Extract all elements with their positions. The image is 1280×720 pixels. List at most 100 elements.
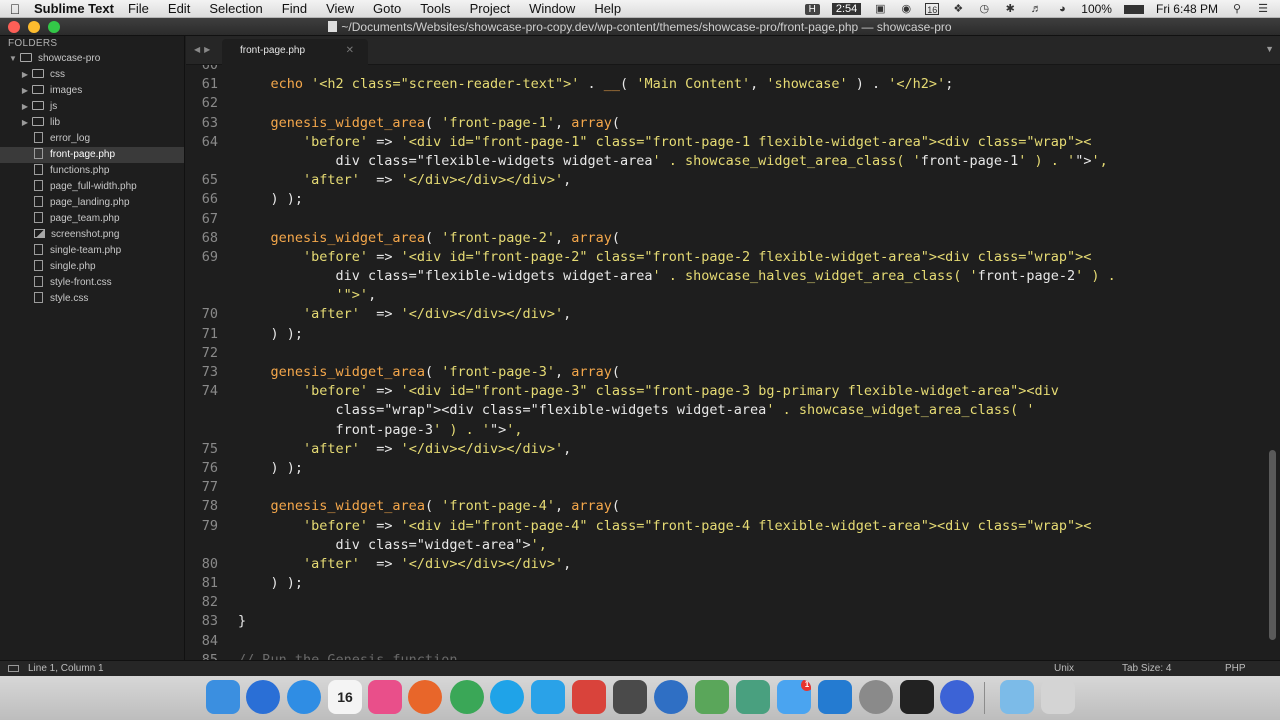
close-window-button[interactable] <box>8 21 20 33</box>
dock-slides-icon[interactable] <box>572 680 606 714</box>
app-menu[interactable]: Sublime Text <box>34 1 114 16</box>
dock-firefox-icon[interactable] <box>408 680 442 714</box>
folder-showcase-pro[interactable]: ▼ showcase-pro <box>0 51 184 67</box>
dock-terminal-icon[interactable] <box>900 680 934 714</box>
battery-percentage[interactable]: 100% <box>1081 2 1112 16</box>
bluetooth-icon[interactable]: ✱ <box>1003 3 1017 15</box>
dock-siri-icon[interactable] <box>246 680 280 714</box>
panel-toggle-icon[interactable] <box>8 665 19 672</box>
code-line[interactable]: 'before' => '<div id="front-page-3" clas… <box>238 382 1116 401</box>
dock-trash-icon[interactable] <box>1041 680 1075 714</box>
code-line[interactable]: genesis_widget_area( 'front-page-1', arr… <box>238 114 1116 133</box>
folder-js[interactable]: ▶ js <box>0 99 184 115</box>
dock-discord-icon[interactable] <box>940 680 974 714</box>
menu-goto[interactable]: Goto <box>373 1 401 16</box>
menu-selection[interactable]: Selection <box>209 1 262 16</box>
code-line[interactable] <box>238 593 1116 612</box>
line-endings[interactable]: Unix <box>1054 661 1074 676</box>
dock-chrome-icon[interactable] <box>450 680 484 714</box>
code-line[interactable] <box>238 344 1116 363</box>
dock-1password-icon[interactable] <box>654 680 688 714</box>
code-line[interactable]: // Run the Genesis function <box>238 651 1116 660</box>
dock-spark-icon[interactable] <box>818 680 852 714</box>
battery-icon[interactable] <box>1123 4 1144 14</box>
file-page-team[interactable]: page_team.php <box>0 211 184 227</box>
dock-skype-icon[interactable] <box>490 680 524 714</box>
tab-nav-arrows-icon[interactable]: ◀▶ <box>194 45 214 54</box>
folder-lib[interactable]: ▶ lib <box>0 115 184 131</box>
folder-images[interactable]: ▶ images <box>0 83 184 99</box>
dock-itunes-icon[interactable] <box>368 680 402 714</box>
disclosure-closed-icon[interactable]: ▶ <box>20 83 30 99</box>
menu-view[interactable]: View <box>326 1 354 16</box>
menu-window[interactable]: Window <box>529 1 575 16</box>
code-line[interactable] <box>238 65 1116 75</box>
file-single-team[interactable]: single-team.php <box>0 243 184 259</box>
code-line[interactable] <box>238 94 1116 113</box>
code-line[interactable]: 'after' => '</div></div></div>', <box>238 555 1116 574</box>
notification-center-icon[interactable]: ☰ <box>1256 3 1270 15</box>
disclosure-closed-icon[interactable]: ▶ <box>20 115 30 131</box>
camera-icon[interactable]: ▣ <box>873 3 887 15</box>
tab-size[interactable]: Tab Size: 4 <box>1122 661 1171 676</box>
file-error-log[interactable]: error_log <box>0 131 184 147</box>
file-style[interactable]: style.css <box>0 291 184 307</box>
file-style-front[interactable]: style-front.css <box>0 275 184 291</box>
code-line[interactable]: genesis_widget_area( 'front-page-4', arr… <box>238 497 1116 516</box>
dock-finder-icon[interactable] <box>206 680 240 714</box>
menu-file[interactable]: File <box>128 1 149 16</box>
menu-help[interactable]: Help <box>594 1 621 16</box>
code-line[interactable]: echo '<h2 class="screen-reader-text">' .… <box>238 75 1116 94</box>
dock-cloud-app-icon[interactable] <box>695 680 729 714</box>
menubar-clock[interactable]: Fri 6:48 PM <box>1156 2 1218 16</box>
file-single[interactable]: single.php <box>0 259 184 275</box>
code-line[interactable]: div class="flexible-widgets widget-area'… <box>238 267 1116 286</box>
code-line[interactable]: ) ); <box>238 574 1116 593</box>
menu-tools[interactable]: Tools <box>420 1 450 16</box>
code-line[interactable]: class="wrap"><div class="flexible-widget… <box>238 401 1116 420</box>
code-line[interactable]: 'after' => '</div></div></div>', <box>238 305 1116 324</box>
code-line[interactable]: 'before' => '<div id="front-page-4" clas… <box>238 517 1116 536</box>
code-line[interactable]: front-page-3' ) . '">', <box>238 421 1116 440</box>
dock-safari-icon[interactable] <box>287 680 321 714</box>
syntax-mode[interactable]: PHP <box>1225 661 1246 676</box>
file-page-landing[interactable]: page_landing.php <box>0 195 184 211</box>
code-line[interactable]: genesis_widget_area( 'front-page-2', arr… <box>238 229 1116 248</box>
close-tab-icon[interactable]: ✕ <box>346 39 354 63</box>
dock-messages-icon[interactable]: 1 <box>777 680 811 714</box>
dock-calendar-icon[interactable]: 16 <box>328 680 362 714</box>
dock-sublime-text-icon[interactable] <box>613 680 647 714</box>
dock-downloads-folder-icon[interactable] <box>1000 680 1034 714</box>
tab-front-page[interactable]: front-page.php ✕ <box>222 39 368 65</box>
code-line[interactable]: 'before' => '<div id="front-page-2" clas… <box>238 248 1116 267</box>
disclosure-closed-icon[interactable]: ▶ <box>20 67 30 83</box>
dock-stacks-icon[interactable] <box>859 680 893 714</box>
code-line[interactable] <box>238 632 1116 651</box>
code-line[interactable]: genesis_widget_area( 'front-page-3', arr… <box>238 363 1116 382</box>
zoom-window-button[interactable] <box>48 21 60 33</box>
folder-css[interactable]: ▶ css <box>0 67 184 83</box>
chrome-menu-icon[interactable]: ◉ <box>899 3 913 15</box>
cursor-position[interactable]: Line 1, Column 1 <box>28 661 104 676</box>
tab-dropdown-icon[interactable]: ▼ <box>1265 44 1274 54</box>
dropbox-icon[interactable]: ❖ <box>951 3 965 15</box>
code-line[interactable]: 'after' => '</div></div></div>', <box>238 171 1116 190</box>
editor-scrollbar[interactable] <box>1269 450 1276 640</box>
volume-icon[interactable]: ♬ <box>1029 3 1043 15</box>
file-screenshot[interactable]: screenshot.png <box>0 227 184 243</box>
apple-menu-icon[interactable]:  <box>0 1 30 17</box>
dock-twitter-icon[interactable] <box>531 680 565 714</box>
timer-indicator[interactable]: 2:54 <box>831 3 862 15</box>
h-indicator[interactable]: H <box>804 3 820 15</box>
dock-elephant-icon[interactable] <box>736 680 770 714</box>
file-front-page[interactable]: front-page.php <box>0 147 184 163</box>
code-editor[interactable]: 60 61 62 63 64 65 66 67 68 69 70 71 72 73 74 75 76 77 78 79… <box>186 65 1280 660</box>
calendar-menu-icon[interactable]: 16 <box>925 3 940 15</box>
menu-find[interactable]: Find <box>282 1 307 16</box>
code-line[interactable]: 'before' => '<div id="front-page-1" clas… <box>238 133 1116 152</box>
disclosure-closed-icon[interactable]: ▶ <box>20 99 30 115</box>
code-line[interactable]: } <box>238 612 1116 631</box>
spotlight-search-icon[interactable]: ⚲ <box>1230 3 1244 15</box>
code-line[interactable]: div class="widget-area">', <box>238 536 1116 555</box>
code-line[interactable] <box>238 478 1116 497</box>
